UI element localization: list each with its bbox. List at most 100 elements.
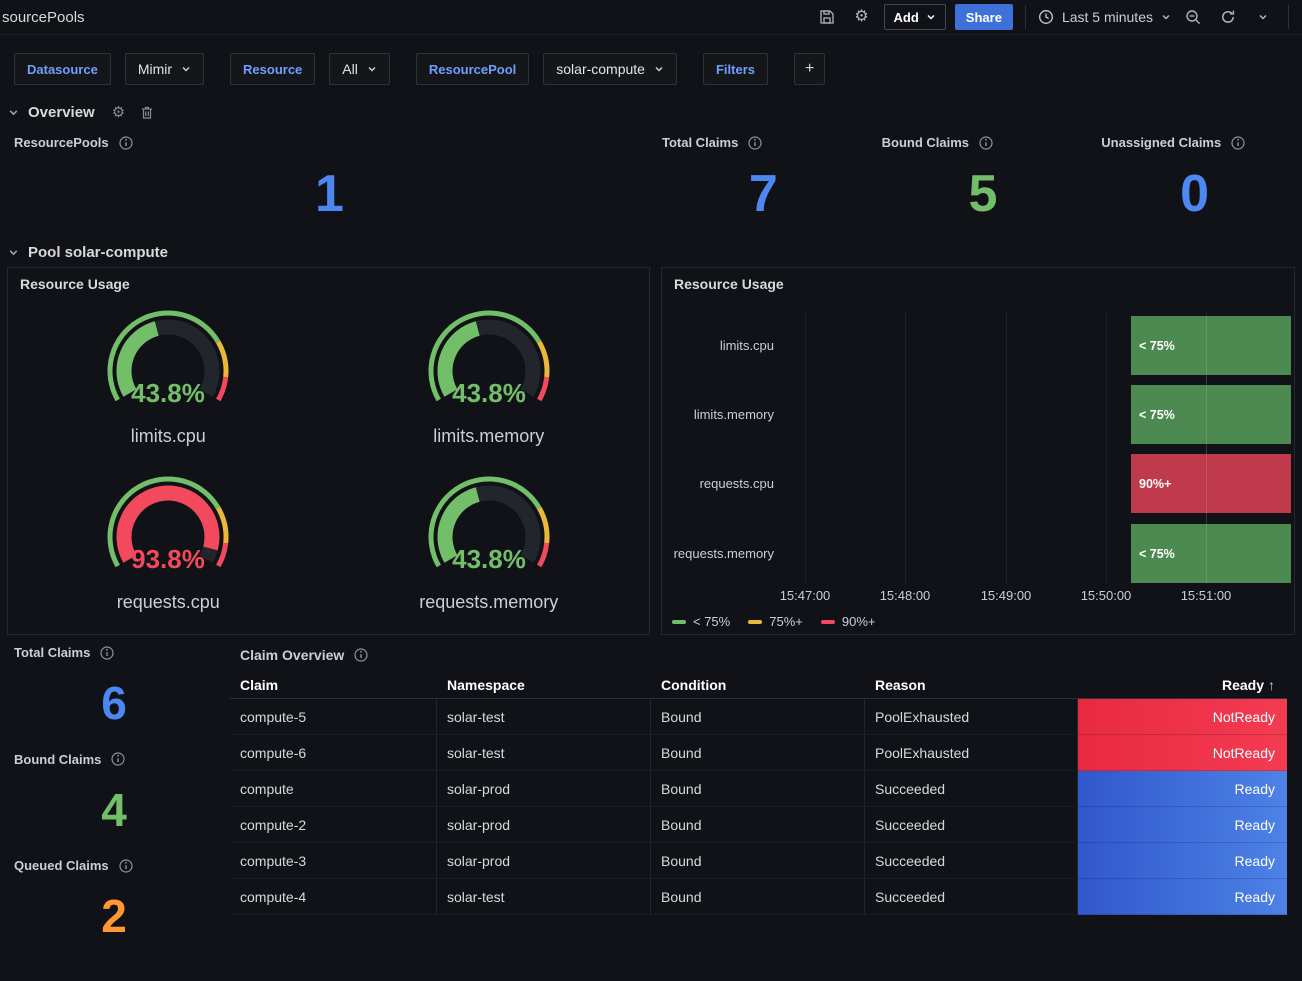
filter-label-resourcepool[interactable]: ResourcePool [416,53,529,85]
dashboard-title: sourcePools [2,9,85,26]
top-navigation-bar: sourcePools ⚙ Add Share Last 5 minutes [0,0,1302,35]
filter-value-dropdown-resourcepool[interactable]: solar-compute [543,53,677,85]
stat-panel-unassigned-claims: Unassigned Claims0 [1095,131,1294,233]
gauge-arc: 43.8% [379,473,599,591]
gauge-value: 43.8% [131,378,205,408]
timeline-x-tick: 15:48:00 [865,588,945,603]
cell-claim: compute-4 [230,879,437,915]
filter-value-dropdown-resource[interactable]: All [329,53,390,85]
add-button[interactable]: Add [884,4,946,30]
gauge-arc: 93.8% [58,473,278,591]
legend-swatch [821,620,835,624]
cell-reason: Succeeded [865,807,1078,843]
cell-ready-status: Ready [1078,807,1287,843]
refresh-interval-dropdown[interactable] [1250,4,1276,30]
cell-ready-status: NotReady [1078,735,1287,771]
timeline-state-bar-requests.memory[interactable]: < 75% [1131,524,1291,583]
table-header-condition[interactable]: Condition [651,671,865,699]
info-icon [100,646,114,660]
section-header-pool[interactable]: Pool solar-compute [0,241,1302,263]
topbar-divider [1288,5,1289,29]
info-icon [111,752,125,766]
legend-item-75[interactable]: 75%+ [748,614,803,629]
cell-ready-status: Ready [1078,771,1287,807]
section-header-overview[interactable]: Overview ⚙ [0,101,1302,123]
stat-value: 1 [8,154,651,233]
gauge-requests.cpu: 93.8% requests.cpu [8,460,329,626]
stat-value: 4 [8,771,220,849]
table-header-namespace[interactable]: Namespace [437,671,651,699]
stat-panel-total-claims: Total Claims6 [8,641,220,742]
info-icon [748,136,762,150]
table-header-ready[interactable]: Ready↑ [1078,671,1287,699]
filter-value-text: Mimir [138,61,172,77]
filters-button[interactable]: Filters [703,53,768,85]
gauge-limits.memory: 43.8%limits.memory [329,294,650,460]
pool-panels-row: Resource Usage 43.8%limits.cpu43.8%limit… [0,263,1302,635]
cell-condition: Bound [651,843,865,879]
stat-value: 6 [8,664,220,742]
dashboard-settings-gear-icon[interactable]: ⚙ [849,4,875,30]
legend-label: < 75% [693,614,730,629]
cell-namespace: solar-test [437,879,651,915]
timeline-x-tick: 15:47:00 [765,588,845,603]
info-icon [119,859,133,873]
timeline-state-bar-requests.cpu[interactable]: 90%+ [1131,454,1291,513]
stat-panel-header: Total Claims [656,131,871,154]
timeline-state-bar-limits.memory[interactable]: < 75% [1131,385,1291,444]
stat-panel-header: ResourcePools [8,131,651,154]
timeline-row-label: requests.memory [662,546,774,561]
chevron-down-icon [1161,12,1171,22]
time-range-picker[interactable]: Last 5 minutes [1038,9,1171,25]
resource-usage-gauges-panel: Resource Usage 43.8%limits.cpu43.8%limit… [7,267,650,635]
cell-namespace: solar-prod [437,843,651,879]
share-button-label: Share [966,10,1002,25]
gauge-label: requests.memory [419,592,558,613]
sort-ascending-arrow-icon: ↑ [1268,677,1275,693]
timeline-gridline-overlay [1206,316,1207,583]
resource-usage-timeline-panel: Resource Usage < 75%limits.cpu< 75%limit… [661,267,1295,635]
claims-row: Total Claims6 Bound Claims4Queued Claims2… [0,635,1302,955]
table-header-claim[interactable]: Claim [230,671,437,699]
timeline-state-bar-limits.cpu[interactable]: < 75% [1131,316,1291,375]
info-icon[interactable] [354,648,368,662]
topbar-actions: ⚙ Add Share Last 5 minutes [814,4,1292,30]
legend-label: 90%+ [842,614,876,629]
legend-item-90[interactable]: 90%+ [821,614,876,629]
cell-ready-status: NotReady [1078,699,1287,735]
row-settings-gear-icon[interactable]: ⚙ [112,105,125,120]
gauge-label: limits.memory [433,426,544,447]
stat-label: Queued Claims [14,858,109,873]
table-header-reason[interactable]: Reason [865,671,1078,699]
state-timeline-plot: < 75%limits.cpu< 75%limits.memory90%+req… [662,304,1294,634]
gauge-value: 43.8% [452,544,526,574]
filter-label-datasource[interactable]: Datasource [14,53,111,85]
legend-item-75[interactable]: < 75% [672,614,730,629]
save-dashboard-icon[interactable] [814,4,840,30]
timeline-gridline [805,310,806,584]
row-delete-trash-icon[interactable] [140,105,154,120]
cell-condition: Bound [651,699,865,735]
legend-label: 75%+ [769,614,803,629]
cell-condition: Bound [651,735,865,771]
timeline-row-label: limits.cpu [662,338,774,353]
zoom-out-time-icon[interactable] [1180,4,1206,30]
stat-panel-header: Bound Claims [876,131,1091,154]
stat-panel-header: Bound Claims [8,748,220,771]
filter-value-dropdown-datasource[interactable]: Mimir [125,53,204,85]
stat-panel-total-claims: Total Claims 7 [656,131,871,233]
stat-label: Total Claims [662,135,738,150]
refresh-icon[interactable] [1215,4,1241,30]
share-button[interactable]: Share [955,4,1013,30]
add-filter-button[interactable]: + [794,53,825,85]
gauge-label: requests.cpu [117,592,220,613]
stat-panel-queued-claims: Queued Claims2 [8,854,220,955]
claim-overview-panel: Claim Overview ClaimNamespaceConditionRe… [230,641,1294,955]
filter-label-resource[interactable]: Resource [230,53,315,85]
stat-value: 7 [656,154,871,233]
gauge-value: 93.8% [131,544,205,574]
cell-reason: Succeeded [865,843,1078,879]
panel-title: Resource Usage [8,268,649,294]
cell-claim: compute-3 [230,843,437,879]
cell-namespace: solar-test [437,699,651,735]
